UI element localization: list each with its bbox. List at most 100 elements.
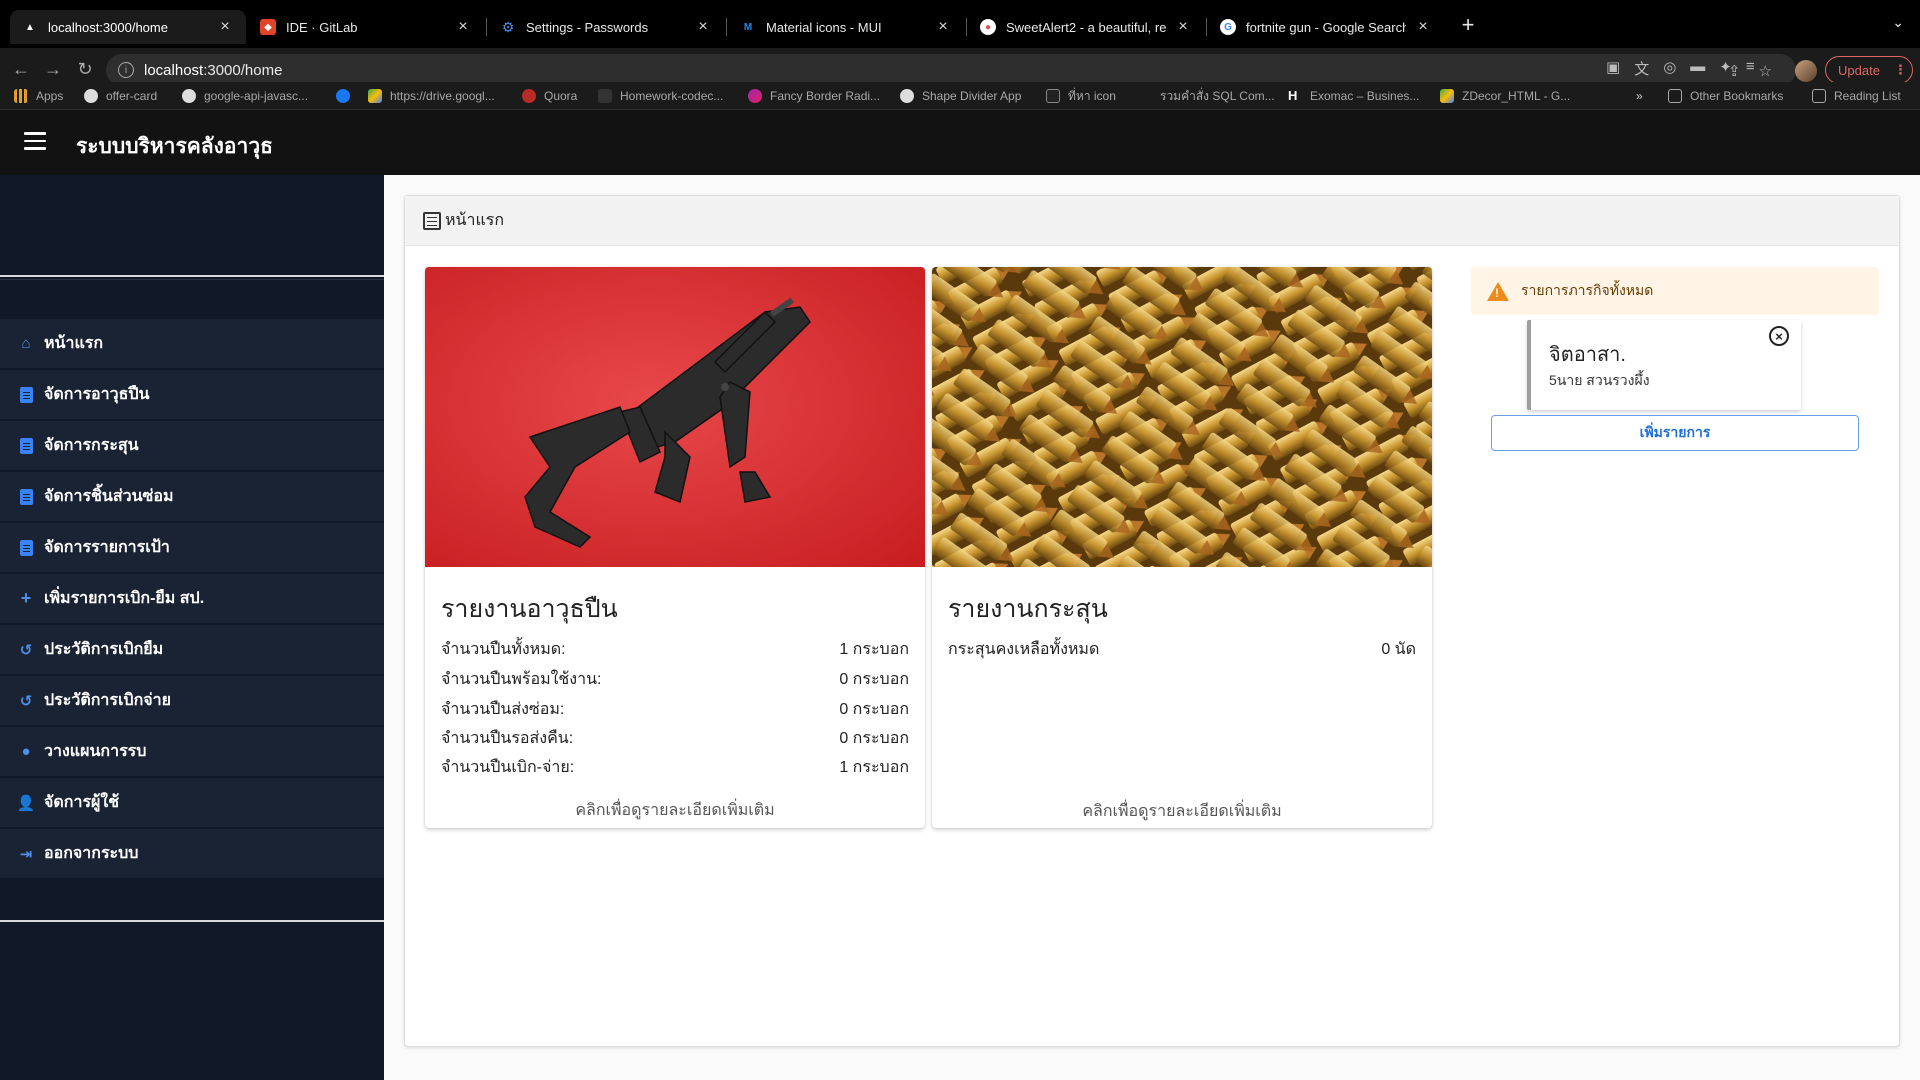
url-host: localhost — [144, 61, 204, 79]
add-icon: + — [20, 588, 32, 608]
details-link[interactable]: คลิกเพื่อดูรายละเอียดเพิ่มเติม — [932, 799, 1432, 824]
sidebar-divider — [0, 275, 384, 277]
menu-icon[interactable] — [24, 132, 46, 150]
bookmark-sql[interactable]: รวมคำสั่ง SQL Com... — [1138, 86, 1275, 106]
tab-mui[interactable]: M Material icons - MUI × — [728, 10, 964, 44]
bookmark-facebook[interactable] — [336, 86, 358, 106]
mission-card[interactable]: จิตอาสา. 5นาย สวนรวงผึ้ง × — [1527, 320, 1801, 410]
bookmark-apps[interactable]: Apps — [14, 86, 63, 106]
sidebar-item-logout[interactable]: ⇥ ออกจากระบบ — [0, 829, 384, 879]
sidebar-item-label: จัดการผู้ใช้ — [44, 794, 120, 811]
sidebar-item-manage-targets[interactable]: จัดการรายการเป้า — [0, 523, 384, 573]
tab-settings[interactable]: ⚙ Settings - Passwords × — [488, 10, 724, 44]
close-circle-icon[interactable]: × — [1769, 326, 1789, 346]
bookmark-exomac[interactable]: H Exomac – Busines... — [1288, 86, 1419, 106]
tab-localhost[interactable]: ▲ localhost:3000/home × — [10, 10, 246, 44]
sidebar-item-battle-plan[interactable]: ● วางแผนการรบ — [0, 727, 384, 777]
weapon-report-card[interactable]: รายงานอาวุธปืน จำนวนปืนทั้งหมด: 1 กระบอก… — [425, 267, 925, 828]
puzzle-icon[interactable]: ✦ — [1719, 58, 1732, 79]
bookmark-label: Fancy Border Radi... — [770, 89, 881, 103]
bookmark-reading-list[interactable]: Reading List — [1812, 86, 1901, 106]
warning-icon — [1487, 281, 1509, 301]
sidebar-item-manage-parts[interactable]: จัดการชิ้นส่วนซ่อม — [0, 472, 384, 522]
mui-icon: M — [743, 21, 753, 33]
ammo-image — [932, 267, 1432, 567]
sidebar-item-label: จัดการอาวุธปืน — [44, 386, 150, 403]
close-icon[interactable]: × — [1174, 18, 1192, 36]
bookmark-fancy-border[interactable]: Fancy Border Radi... — [748, 86, 880, 106]
reading-list-icon — [1812, 89, 1826, 103]
close-icon[interactable]: × — [454, 18, 472, 36]
back-arrow-icon[interactable]: ← — [8, 56, 34, 82]
bookmark-label: Other Bookmarks — [1690, 89, 1784, 103]
new-tab-button[interactable]: + — [1454, 12, 1482, 38]
extension-icon[interactable]: ▣ — [1606, 58, 1620, 79]
sidebar-item-issue-history[interactable]: ↺ ประวัติการเบิกจ่าย — [0, 676, 384, 726]
reload-icon[interactable]: ↻ — [72, 56, 98, 82]
details-link[interactable]: คลิกเพื่อดูรายละเอียดเพิ่มเติม — [425, 798, 925, 823]
sidebar-item-manage-ammo[interactable]: จัดการกระสุน — [0, 421, 384, 471]
tab-search-chevron-icon[interactable]: ⌄ — [1892, 14, 1904, 31]
bookmark-star-icon[interactable]: ☆ — [1759, 62, 1772, 80]
app-icon: ▲ — [25, 21, 35, 33]
bookmark-drive[interactable]: https://drive.googl... — [368, 86, 495, 106]
sidebar-item-add-borrow[interactable]: + เพิ่มรายการเบิก-ยืม สป. — [0, 574, 384, 624]
bookmark-shape-divider[interactable]: Shape Divider App — [900, 86, 1021, 106]
tab-sweetalert[interactable]: ● SweetAlert2 - a beautiful, responsive … — [968, 10, 1204, 44]
bookmark-quora[interactable]: Quora — [522, 86, 577, 106]
bookmarks-overflow-chevron-icon[interactable]: » — [1636, 86, 1643, 106]
forward-arrow-icon[interactable]: → — [40, 56, 66, 82]
close-icon[interactable]: × — [694, 18, 712, 36]
bookmark-label: google-api-javasc... — [204, 89, 309, 103]
sql-icon — [1138, 89, 1152, 103]
home-icon: ⌂ — [21, 335, 31, 352]
history-icon: ↺ — [19, 641, 33, 659]
weapon-image — [425, 267, 925, 567]
folder-icon — [1668, 89, 1682, 103]
bookmark-other[interactable]: Other Bookmarks — [1668, 86, 1783, 106]
tab-divider — [486, 18, 487, 36]
profile-avatar[interactable] — [1795, 60, 1817, 82]
update-label: Update — [1838, 62, 1880, 78]
extensions-area: ▣ 文 ◎ ▬ ✦ ≡ — [1606, 58, 1755, 79]
bookmark-label: Quora — [544, 89, 578, 103]
bookmark-google-api[interactable]: google-api-javasc... — [182, 86, 308, 106]
close-icon[interactable]: × — [934, 18, 952, 36]
sidebar-item-label: ออกจากระบบ — [44, 845, 139, 862]
mission-subtitle: 5นาย สวนรวงผึ้ง — [1549, 372, 1650, 388]
sidebar-divider — [0, 920, 384, 922]
bookmark-zdecor[interactable]: ZDecor_HTML - G... — [1440, 86, 1570, 106]
target-icon[interactable]: ◎ — [1663, 58, 1676, 79]
fancy-border-icon — [748, 89, 762, 103]
colorzilla-icon[interactable]: ▬ — [1690, 58, 1705, 79]
reading-list-icon[interactable]: ≡ — [1746, 58, 1755, 79]
tab-divider — [966, 18, 967, 36]
drive-icon — [1440, 89, 1454, 103]
translate-icon[interactable]: 文 — [1634, 58, 1649, 79]
tab-google-search[interactable]: G fortnite gun - Google Search × — [1208, 10, 1444, 44]
bookmark-label: ZDecor_HTML - G... — [1462, 89, 1571, 103]
tab-title: IDE · GitLab — [286, 19, 358, 35]
stat-row: จำนวนปืนพร้อมใช้งาน: 0 กระบอก — [441, 667, 909, 692]
codecamp-icon — [598, 89, 612, 103]
missions-alert: รายการภารกิจทั้งหมด — [1471, 267, 1879, 315]
tab-gitlab[interactable]: ◆ IDE · GitLab × — [248, 10, 484, 44]
bookmark-homework[interactable]: Homework-codec... — [598, 86, 723, 106]
bookmark-find-icon[interactable]: ที่หา icon — [1046, 86, 1116, 106]
tab-title: SweetAlert2 - a beautiful, responsive — [1006, 19, 1166, 35]
sidebar-item-manage-users[interactable]: 👤 จัดการผู้ใช้ — [0, 778, 384, 828]
bookmark-offer-card[interactable]: offer-card — [84, 86, 157, 106]
bookmark-label: offer-card — [106, 89, 158, 103]
close-icon[interactable]: × — [1414, 18, 1432, 36]
bookmark-label: Shape Divider App — [922, 89, 1022, 103]
stat-label: จำนวนปืนรอส่งคืน: — [441, 730, 574, 747]
sidebar-item-label: ประวัติการเบิกยืม — [44, 641, 164, 658]
add-mission-button[interactable]: เพิ่มรายการ — [1491, 415, 1859, 451]
update-button[interactable]: Update ⋮ — [1825, 56, 1913, 84]
sidebar-item-home[interactable]: ⌂ หน้าแรก — [0, 319, 384, 369]
info-icon[interactable]: i — [118, 62, 134, 78]
ammo-report-card[interactable]: รายงานกระสุน กระสุนคงเหลือทั้งหมด 0 นัด … — [932, 267, 1432, 828]
sidebar-item-borrow-history[interactable]: ↺ ประวัติการเบิกยืม — [0, 625, 384, 675]
sidebar-item-manage-weapons[interactable]: จัดการอาวุธปืน — [0, 370, 384, 420]
close-icon[interactable]: × — [216, 18, 234, 36]
